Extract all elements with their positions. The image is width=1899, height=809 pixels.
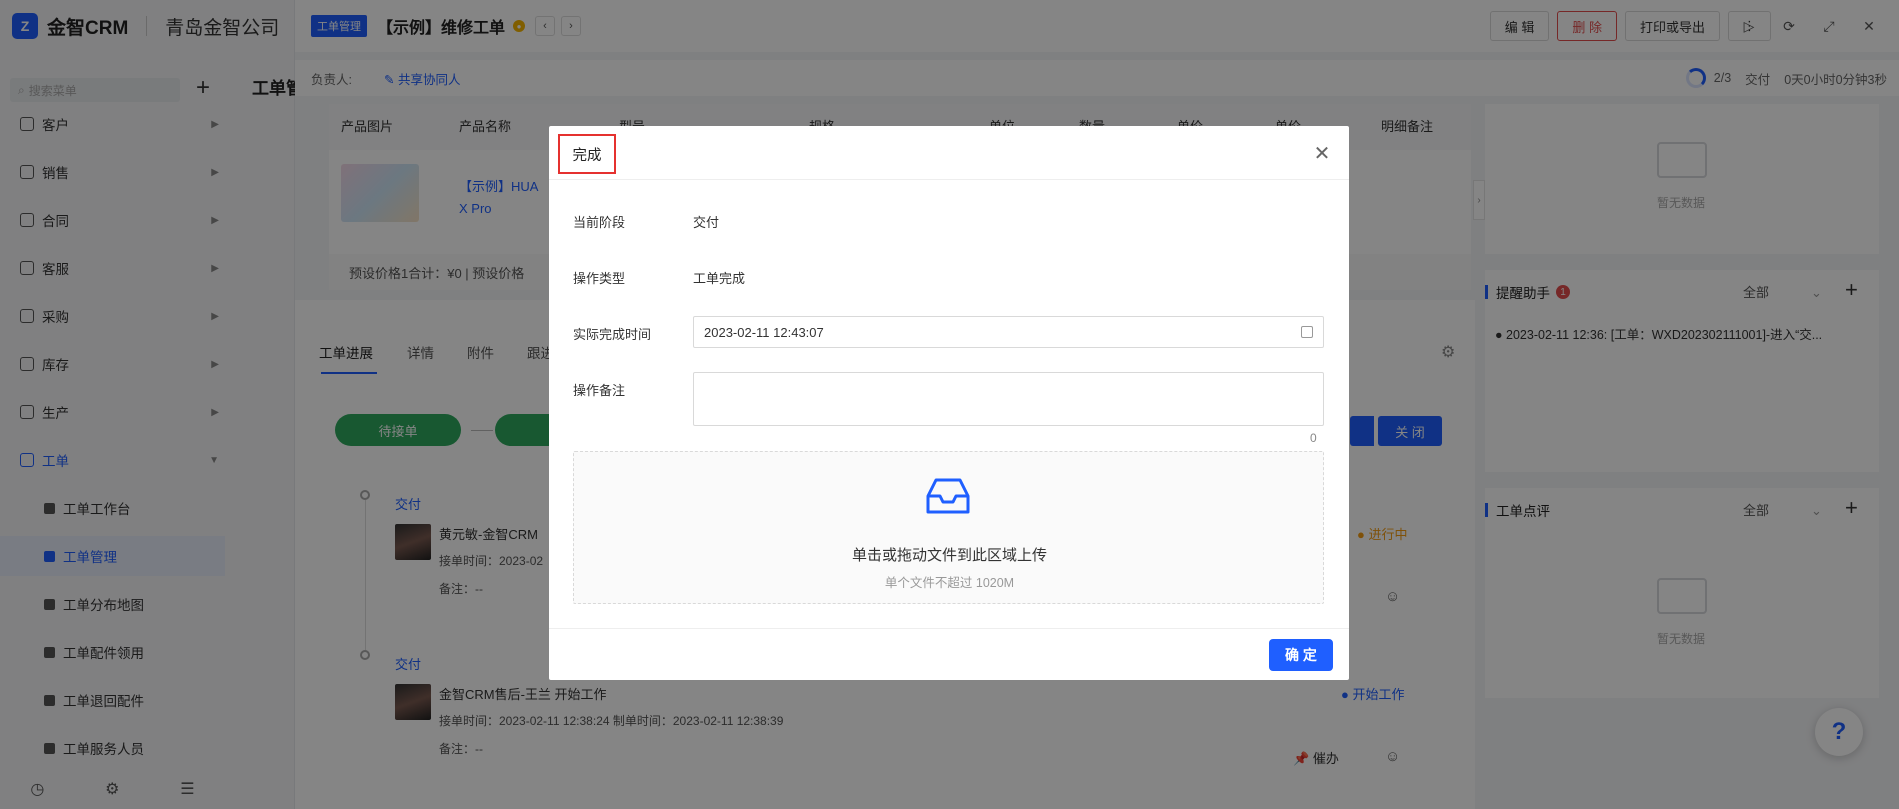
upload-hint: 单个文件不超过 1020M xyxy=(884,576,1015,590)
current-stage-value: 交付 xyxy=(693,215,720,230)
operation-type-value: 工单完成 xyxy=(693,271,746,286)
remark-input[interactable] xyxy=(693,372,1324,426)
calendar-icon[interactable] xyxy=(1301,326,1313,338)
modal-title: 完成 xyxy=(558,134,616,174)
completion-time-label: 实际完成时间 xyxy=(573,327,652,342)
confirm-button[interactable]: 确 定 xyxy=(1269,639,1333,671)
completion-time-input[interactable]: 2023-02-11 12:43:07 xyxy=(693,316,1324,348)
inbox-icon xyxy=(926,478,970,514)
complete-modal: 完成 ✕ 当前阶段 交付 操作类型 工单完成 实际完成时间 2023-02-11… xyxy=(549,126,1349,680)
operation-type-label: 操作类型 xyxy=(573,271,626,286)
upload-title: 单击或拖动文件到此区域上传 xyxy=(851,547,1047,564)
close-icon[interactable]: ✕ xyxy=(1312,144,1332,164)
modal-footer: 确 定 xyxy=(549,628,1349,680)
char-count: 0 xyxy=(1310,431,1317,445)
current-stage-label: 当前阶段 xyxy=(573,215,626,230)
modal-header: 完成 ✕ xyxy=(549,126,1349,180)
upload-dropzone[interactable]: 单击或拖动文件到此区域上传 单个文件不超过 1020M xyxy=(573,451,1324,604)
completion-time-value: 2023-02-11 12:43:07 xyxy=(704,324,824,340)
remark-label: 操作备注 xyxy=(573,383,626,398)
